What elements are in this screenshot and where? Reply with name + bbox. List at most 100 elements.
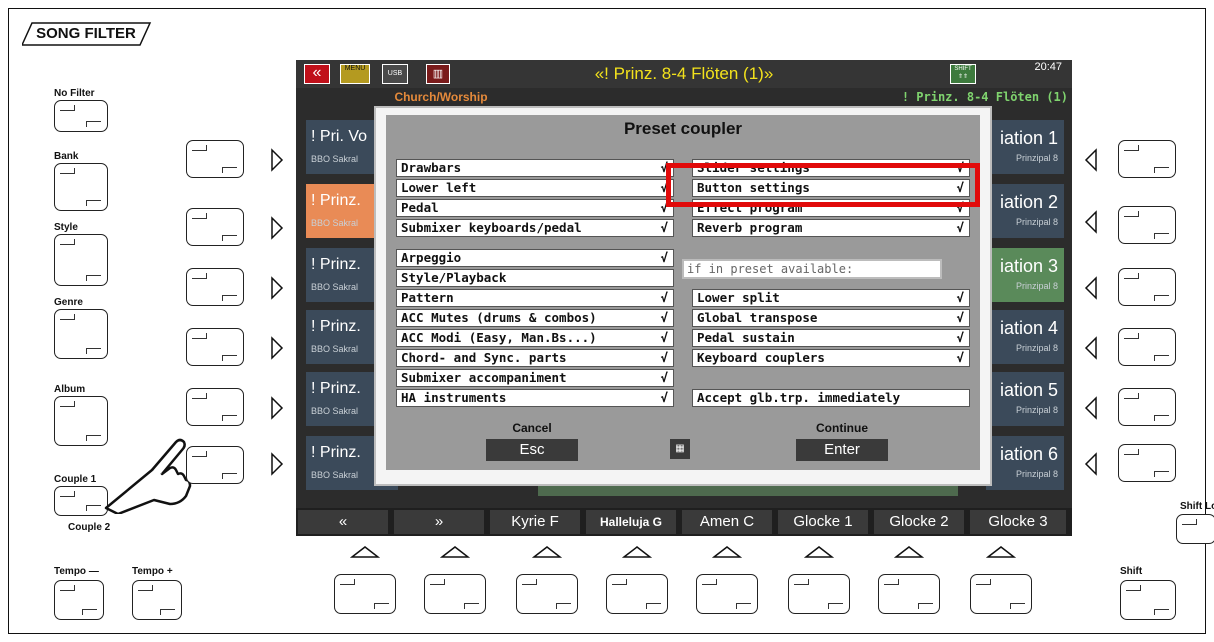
left-arrow-icon	[1084, 396, 1097, 420]
right-list-item[interactable]: iation 3 Prinzipal 8	[986, 248, 1064, 302]
bottom-button-6[interactable]	[788, 574, 850, 614]
bottom-button-8[interactable]	[970, 574, 1032, 614]
shift-lock-button[interactable]	[1176, 514, 1214, 544]
right-arrow-icon	[271, 396, 284, 420]
option-arpeggio[interactable]: Arpeggio √	[396, 249, 674, 267]
up-arrow-icon	[986, 546, 1016, 558]
option-submixer-accompaniment[interactable]: Submixer accompaniment √	[396, 369, 674, 387]
option-keyboard-couplers[interactable]: Keyboard couplers √	[692, 349, 970, 367]
preset-availability-note: if in preset available:	[682, 259, 942, 279]
couple2-label: Couple 2	[68, 522, 111, 533]
screen-left-button-1[interactable]	[186, 140, 244, 178]
keyboard-icon: ▦	[670, 439, 690, 459]
right-list-item[interactable]: iation 4 Prinzipal 8	[986, 310, 1064, 364]
up-arrow-icon	[350, 546, 380, 558]
preset-button-4[interactable]: Glocke 1	[778, 510, 868, 534]
right-list-item[interactable]: iation 5 Prinzipal 8	[986, 372, 1064, 426]
shift-label: Shift	[1120, 566, 1143, 577]
style-button[interactable]	[54, 234, 108, 286]
bottom-button-7[interactable]	[878, 574, 940, 614]
up-arrow-icon	[712, 546, 742, 558]
bottom-button-2[interactable]	[424, 574, 486, 614]
option-pedal-sustain[interactable]: Pedal sustain √	[692, 329, 970, 347]
preset-button-6[interactable]: Glocke 3	[970, 510, 1066, 534]
option-style-playback[interactable]: Style/Playback	[396, 269, 674, 287]
screen-left-button-5[interactable]	[186, 388, 244, 426]
bottom-button-4[interactable]	[606, 574, 668, 614]
tempo-minus-button[interactable]	[54, 580, 104, 620]
tempo-plus-button[interactable]	[132, 580, 182, 620]
shift-button[interactable]	[1120, 580, 1176, 620]
option-ha-instruments[interactable]: HA instruments √	[396, 389, 674, 407]
tempo-plus-label: Tempo +	[132, 566, 173, 577]
option-chord-sync[interactable]: Chord- and Sync. parts √	[396, 349, 674, 367]
option-global-transpose[interactable]: Global transpose √	[692, 309, 970, 327]
bank-button[interactable]	[54, 163, 108, 211]
screen-left-button-6[interactable]	[186, 446, 244, 484]
option-pedal[interactable]: Pedal √	[396, 199, 674, 217]
bottom-button-1[interactable]	[334, 574, 396, 614]
option-accept-transpose[interactable]: Accept glb.trp. immediately	[692, 389, 970, 407]
page-down-button[interactable]: »	[394, 510, 484, 534]
left-arrow-icon	[1084, 336, 1097, 360]
preset-button-2[interactable]: Halleluja G	[586, 510, 676, 534]
no-filter-label: No Filter	[54, 88, 95, 99]
bottom-button-5[interactable]	[696, 574, 758, 614]
left-header: Church/Worship	[394, 90, 488, 104]
page-up-button[interactable]: «	[298, 510, 388, 534]
esc-button[interactable]: Esc	[486, 439, 578, 461]
style-label: Style	[54, 222, 78, 233]
option-drawbars[interactable]: Drawbars √	[396, 159, 674, 177]
option-reverb-program[interactable]: Reverb program √	[692, 219, 970, 237]
shift-icon[interactable]: SHIFT ⇑⇑	[950, 64, 976, 84]
highlight-frame	[666, 163, 980, 207]
song-filter-title: SONG FILTER	[36, 25, 136, 42]
right-arrow-icon	[271, 216, 284, 240]
left-arrow-icon	[1084, 276, 1097, 300]
option-acc-modi[interactable]: ACC Modi (Easy, Man.Bs...) √	[396, 329, 674, 347]
bank-label: Bank	[54, 151, 79, 162]
preset-button-1[interactable]: Kyrie F	[490, 510, 580, 534]
screen-right-button-1[interactable]	[1118, 140, 1176, 178]
screen-left-button-3[interactable]	[186, 268, 244, 306]
screen-right-button-2[interactable]	[1118, 206, 1176, 244]
screen-right-button-4[interactable]	[1118, 328, 1176, 366]
option-submixer-keyboards[interactable]: Submixer keyboards/pedal √	[396, 219, 674, 237]
option-lower-split[interactable]: Lower split √	[692, 289, 970, 307]
up-arrow-icon	[804, 546, 834, 558]
preset-button-3[interactable]: Amen C	[682, 510, 772, 534]
genre-button[interactable]	[54, 309, 108, 359]
enter-button[interactable]: Enter	[796, 439, 888, 461]
left-arrow-icon	[1084, 452, 1097, 476]
right-list-item[interactable]: iation 6 Prinzipal 8	[986, 436, 1064, 490]
screen-right-button-3[interactable]	[1118, 268, 1176, 306]
cancel-label: Cancel	[512, 421, 552, 435]
display-top-bar: « MENU USB ▥ «! Prinz. 8-4 Flöten (1)» S…	[296, 60, 1072, 88]
option-lower-left[interactable]: Lower left √	[396, 179, 674, 197]
screen-left-button-2[interactable]	[186, 208, 244, 246]
preset-button-5[interactable]: Glocke 2	[874, 510, 964, 534]
tempo-minus-label: Tempo —	[54, 566, 99, 577]
up-arrow-icon	[622, 546, 652, 558]
screen-right-button-5[interactable]	[1118, 388, 1176, 426]
display-bottom-bar: « » Kyrie F Halleluja G Amen C Glocke 1 …	[296, 508, 1072, 536]
genre-label: Genre	[54, 297, 83, 308]
song-filter-tag: SONG FILTER	[22, 22, 152, 46]
right-arrow-icon	[271, 452, 284, 476]
up-arrow-icon	[532, 546, 562, 558]
right-arrow-icon	[271, 276, 284, 300]
left-arrow-icon	[1084, 210, 1097, 234]
clock: 20:47	[1034, 61, 1062, 73]
bottom-button-3[interactable]	[516, 574, 578, 614]
screen-left-button-4[interactable]	[186, 328, 244, 366]
right-list-item[interactable]: iation 1 Prinzipal 8	[986, 120, 1064, 174]
no-filter-button[interactable]	[54, 100, 108, 132]
up-arrow-icon	[440, 546, 470, 558]
option-pattern[interactable]: Pattern √	[396, 289, 674, 307]
album-label: Album	[54, 384, 86, 395]
screen-right-button-6[interactable]	[1118, 444, 1176, 482]
right-arrow-icon	[271, 148, 284, 172]
right-list-item[interactable]: iation 2 Prinzipal 8	[986, 184, 1064, 238]
option-acc-mutes[interactable]: ACC Mutes (drums & combos) √	[396, 309, 674, 327]
couple1-label: Couple 1	[54, 474, 97, 485]
